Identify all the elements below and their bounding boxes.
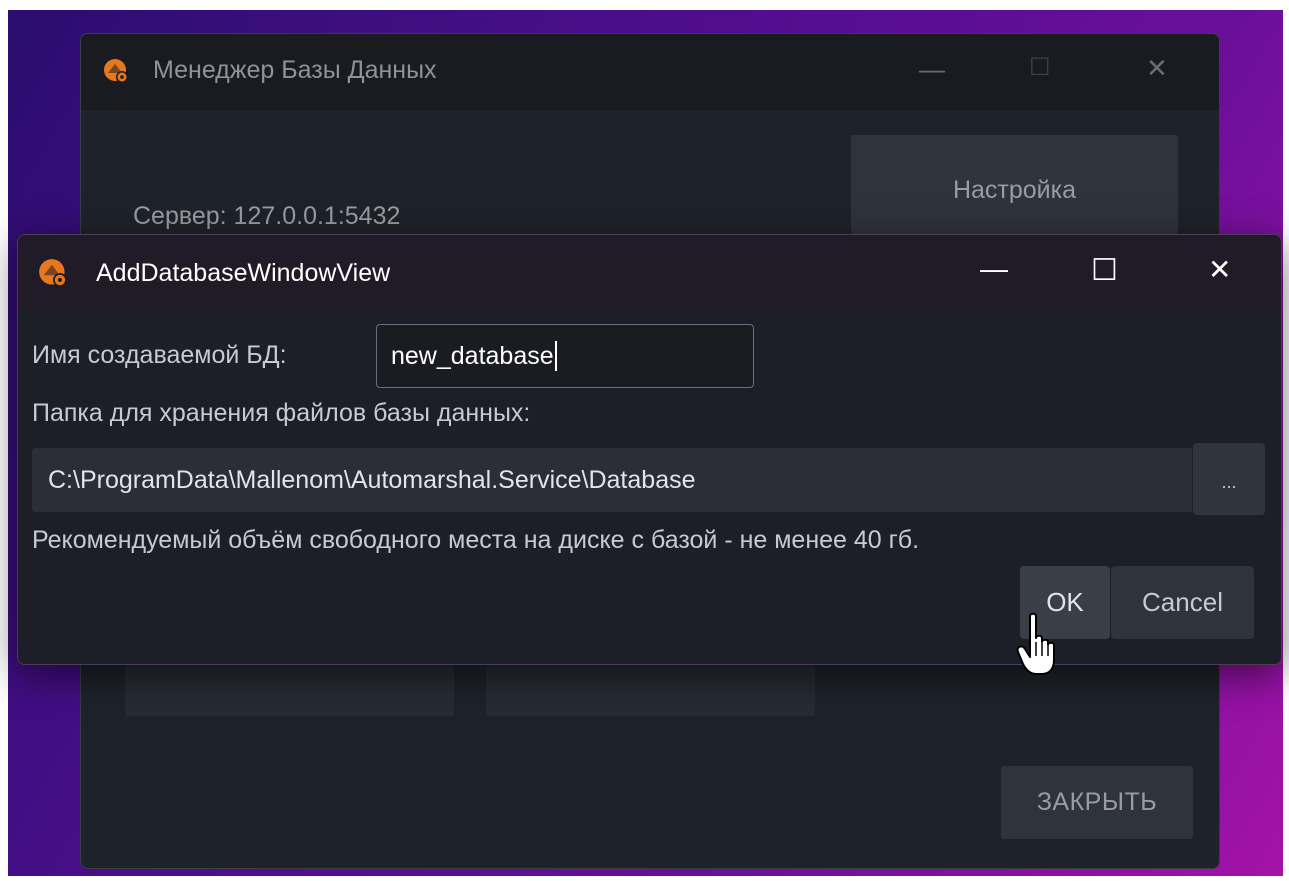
main-maximize-button[interactable]: ☐ — [1029, 53, 1051, 82]
screen-edge-right — [1283, 0, 1289, 881]
dialog-title: AddDatabaseWindowView — [96, 259, 391, 287]
text-caret — [554, 341, 557, 371]
dialog-titlebar: AddDatabaseWindowView — ☐ ✕ — [18, 235, 1281, 310]
database-app-icon — [39, 259, 67, 287]
db-name-input[interactable]: new_database — [376, 324, 754, 388]
screen-edge-bottom — [0, 876, 1289, 881]
browse-folder-button[interactable]: ... — [1193, 443, 1265, 515]
db-name-value: new_database — [391, 341, 554, 370]
main-window-title: Менеджер Базы Данных — [153, 56, 437, 84]
folder-label: Папка для хранения файлов базы данных: — [32, 399, 531, 427]
add-database-dialog: AddDatabaseWindowView — ☐ ✕ Имя создавае… — [17, 234, 1282, 665]
disk-space-recommendation: Рекомендуемый объём свободного места на … — [32, 526, 920, 554]
dialog-close-button[interactable]: ✕ — [1208, 253, 1231, 286]
main-titlebar: Менеджер Базы Данных — ☐ ✕ — [81, 34, 1219, 110]
dialog-maximize-button[interactable]: ☐ — [1091, 253, 1118, 288]
hand-pointer-icon — [1016, 612, 1055, 675]
settings-button[interactable]: Настройка — [851, 135, 1178, 235]
db-name-label: Имя создаваемой БД: — [32, 341, 287, 369]
screen-edge-left — [0, 0, 8, 881]
dialog-body: Имя создаваемой БД: new_database Папка д… — [18, 310, 1281, 664]
close-button[interactable]: ЗАКРЫТЬ — [1001, 766, 1193, 839]
server-label: Сервер: 127.0.0.1:5432 — [133, 202, 401, 230]
main-minimize-button[interactable]: — — [919, 54, 945, 85]
screen-edge-top — [0, 0, 1289, 10]
hidden-button-left[interactable] — [125, 666, 454, 716]
dialog-minimize-button[interactable]: — — [980, 253, 1008, 285]
folder-path-value: C:\ProgramData\Mallenom\Automarshal.Serv… — [48, 465, 696, 494]
cancel-button[interactable]: Cancel — [1111, 566, 1254, 639]
hidden-button-middle[interactable] — [486, 666, 815, 716]
main-close-button[interactable]: ✕ — [1146, 53, 1168, 84]
folder-path-input[interactable]: C:\ProgramData\Mallenom\Automarshal.Serv… — [32, 448, 1192, 512]
database-app-icon — [104, 59, 128, 83]
